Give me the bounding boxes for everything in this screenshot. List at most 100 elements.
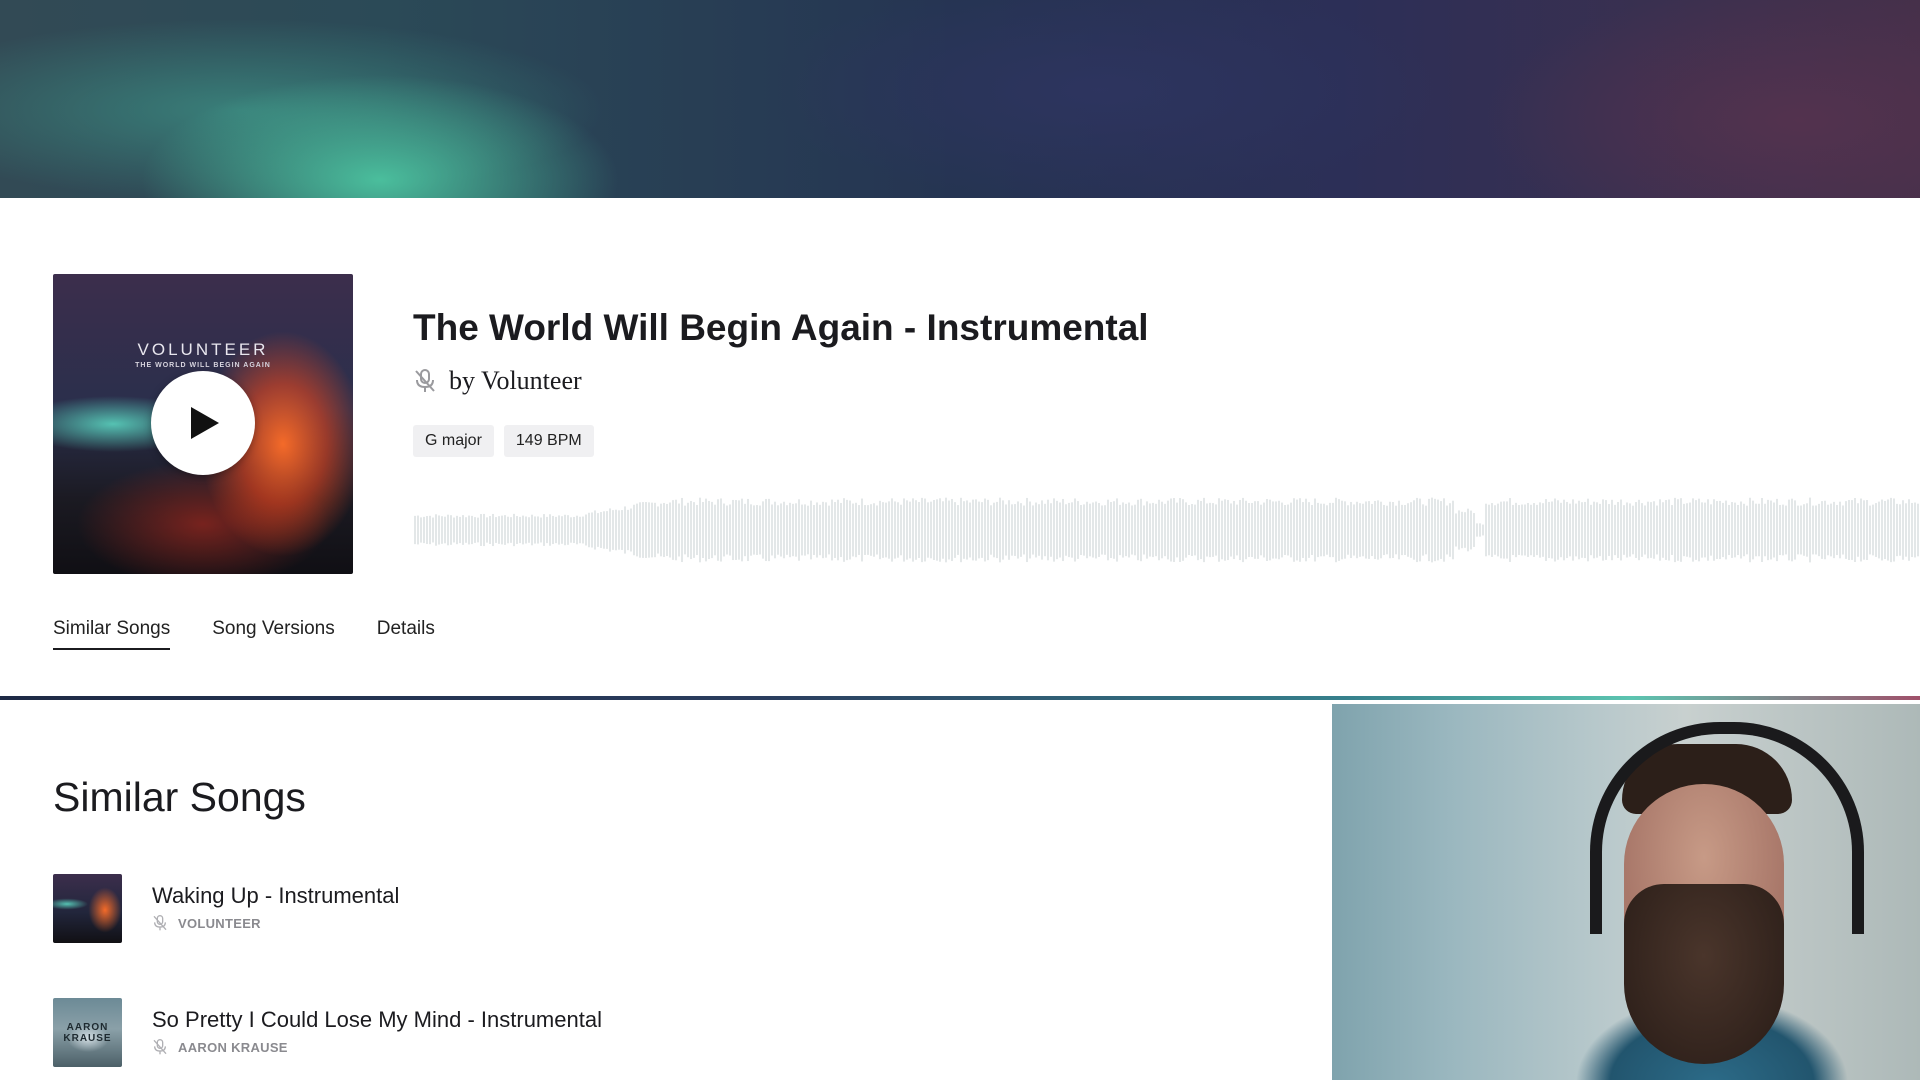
waveform-bar	[1260, 504, 1262, 556]
artist-link[interactable]: by Volunteer	[449, 366, 582, 396]
waveform-bar	[1749, 497, 1751, 563]
waveform-bar	[1008, 500, 1010, 560]
tab-details[interactable]: Details	[377, 618, 435, 650]
waveform-bar	[912, 498, 914, 562]
tab-song-versions[interactable]: Song Versions	[212, 618, 335, 650]
waveform-bar	[1173, 498, 1175, 562]
song-thumbnail[interactable]	[53, 874, 122, 943]
waveform-bar	[1512, 504, 1514, 556]
cover-artist-text: VOLUNTEER	[137, 340, 269, 359]
waveform-bar	[1530, 504, 1532, 556]
waveform-bar	[1386, 505, 1388, 555]
waveform-bar	[1452, 500, 1454, 560]
waveform-bar	[474, 517, 476, 543]
waveform-bar	[1395, 505, 1397, 555]
waveform-bar	[660, 503, 662, 557]
waveform-bar	[1575, 503, 1577, 557]
waveform-bar	[1620, 499, 1622, 561]
waveform-bar	[1029, 501, 1031, 559]
waveform-bar	[1149, 503, 1151, 557]
list-item[interactable]: Waking Up - Instrumental VOLUNTEER	[53, 874, 1303, 944]
waveform-bar	[1017, 501, 1019, 559]
waveform-bar	[1143, 505, 1145, 555]
waveform-bar	[708, 500, 710, 560]
waveform-bar	[1902, 500, 1904, 560]
waveform-bar	[1746, 505, 1748, 555]
waveform-bar	[1779, 504, 1781, 556]
waveform-bar	[1542, 503, 1544, 557]
song-name[interactable]: Waking Up - Instrumental	[152, 883, 399, 909]
waveform-bar	[1194, 504, 1196, 556]
waveform-bar	[711, 501, 713, 559]
waveform-bar	[1527, 503, 1529, 557]
song-thumbnail[interactable]: AARON KRAUSE	[53, 998, 122, 1067]
waveform-bar	[648, 502, 650, 558]
waveform[interactable]	[414, 494, 1920, 566]
waveform-bar	[927, 502, 929, 558]
waveform-bar	[1410, 502, 1412, 558]
waveform-bar	[558, 515, 560, 545]
waveform-bar	[1518, 505, 1520, 555]
list-item[interactable]: AARON KRAUSE So Pretty I Could Lose My M…	[53, 998, 1303, 1068]
waveform-bar	[951, 498, 953, 562]
waveform-bar	[1254, 501, 1256, 559]
song-artist[interactable]: VOLUNTEER	[178, 916, 261, 931]
waveform-bar	[1572, 499, 1574, 561]
waveform-bar	[510, 517, 512, 543]
waveform-bar	[462, 515, 464, 545]
waveform-bar	[606, 511, 608, 549]
waveform-bar	[1362, 503, 1364, 557]
waveform-bar	[1695, 500, 1697, 560]
waveform-bar	[1494, 505, 1496, 555]
waveform-bar	[1188, 505, 1190, 555]
waveform-bar	[795, 503, 797, 557]
cover-album-text: THE WORLD WILL BEGIN AGAIN	[135, 362, 271, 369]
waveform-bar	[423, 516, 425, 544]
waveform-bar	[1590, 504, 1592, 556]
waveform-bar	[798, 499, 800, 561]
waveform-bar	[984, 498, 986, 562]
waveform-bar	[1419, 498, 1421, 562]
waveform-bar	[1623, 505, 1625, 555]
song-artist[interactable]: AARON KRAUSE	[178, 1040, 288, 1055]
waveform-bar	[1332, 502, 1334, 558]
waveform-bar	[1689, 502, 1691, 558]
album-cover[interactable]: VOLUNTEER THE WORLD WILL BEGIN AGAIN	[53, 274, 353, 574]
waveform-bar	[435, 514, 437, 546]
waveform-bar	[1296, 499, 1298, 561]
waveform-bar	[645, 502, 647, 558]
waveform-bar	[1293, 498, 1295, 562]
waveform-bar	[1392, 501, 1394, 559]
waveform-bar	[1884, 500, 1886, 560]
waveform-bar	[420, 517, 422, 543]
waveform-bar	[810, 500, 812, 560]
tab-similar-songs[interactable]: Similar Songs	[53, 618, 171, 650]
waveform-bar	[1155, 503, 1157, 557]
song-name[interactable]: So Pretty I Could Lose My Mind - Instrum…	[152, 1007, 602, 1033]
waveform-bar	[1875, 503, 1877, 557]
waveform-bar	[768, 498, 770, 562]
waveform-bar	[1431, 497, 1433, 563]
waveform-bar	[1191, 503, 1193, 557]
waveform-bar	[600, 512, 602, 548]
waveform-bar	[888, 501, 890, 559]
waveform-bar	[972, 499, 974, 561]
waveform-bar	[885, 502, 887, 558]
waveform-bar	[1908, 499, 1910, 561]
waveform-bar	[1743, 503, 1745, 557]
waveform-bar	[1485, 503, 1487, 557]
waveform-bar	[1827, 504, 1829, 556]
waveform-bar	[1383, 504, 1385, 556]
waveform-bar	[1650, 502, 1652, 558]
waveform-bar	[1176, 502, 1178, 558]
waveform-bar	[1758, 503, 1760, 557]
waveform-bar	[1317, 502, 1319, 558]
waveform-bar	[1170, 498, 1172, 562]
waveform-bar	[1434, 498, 1436, 562]
waveform-bar	[678, 503, 680, 557]
waveform-bar	[846, 499, 848, 561]
waveform-bar	[1644, 505, 1646, 555]
waveform-bar	[1536, 504, 1538, 556]
waveform-bar	[1857, 503, 1859, 557]
play-button[interactable]	[151, 371, 255, 475]
